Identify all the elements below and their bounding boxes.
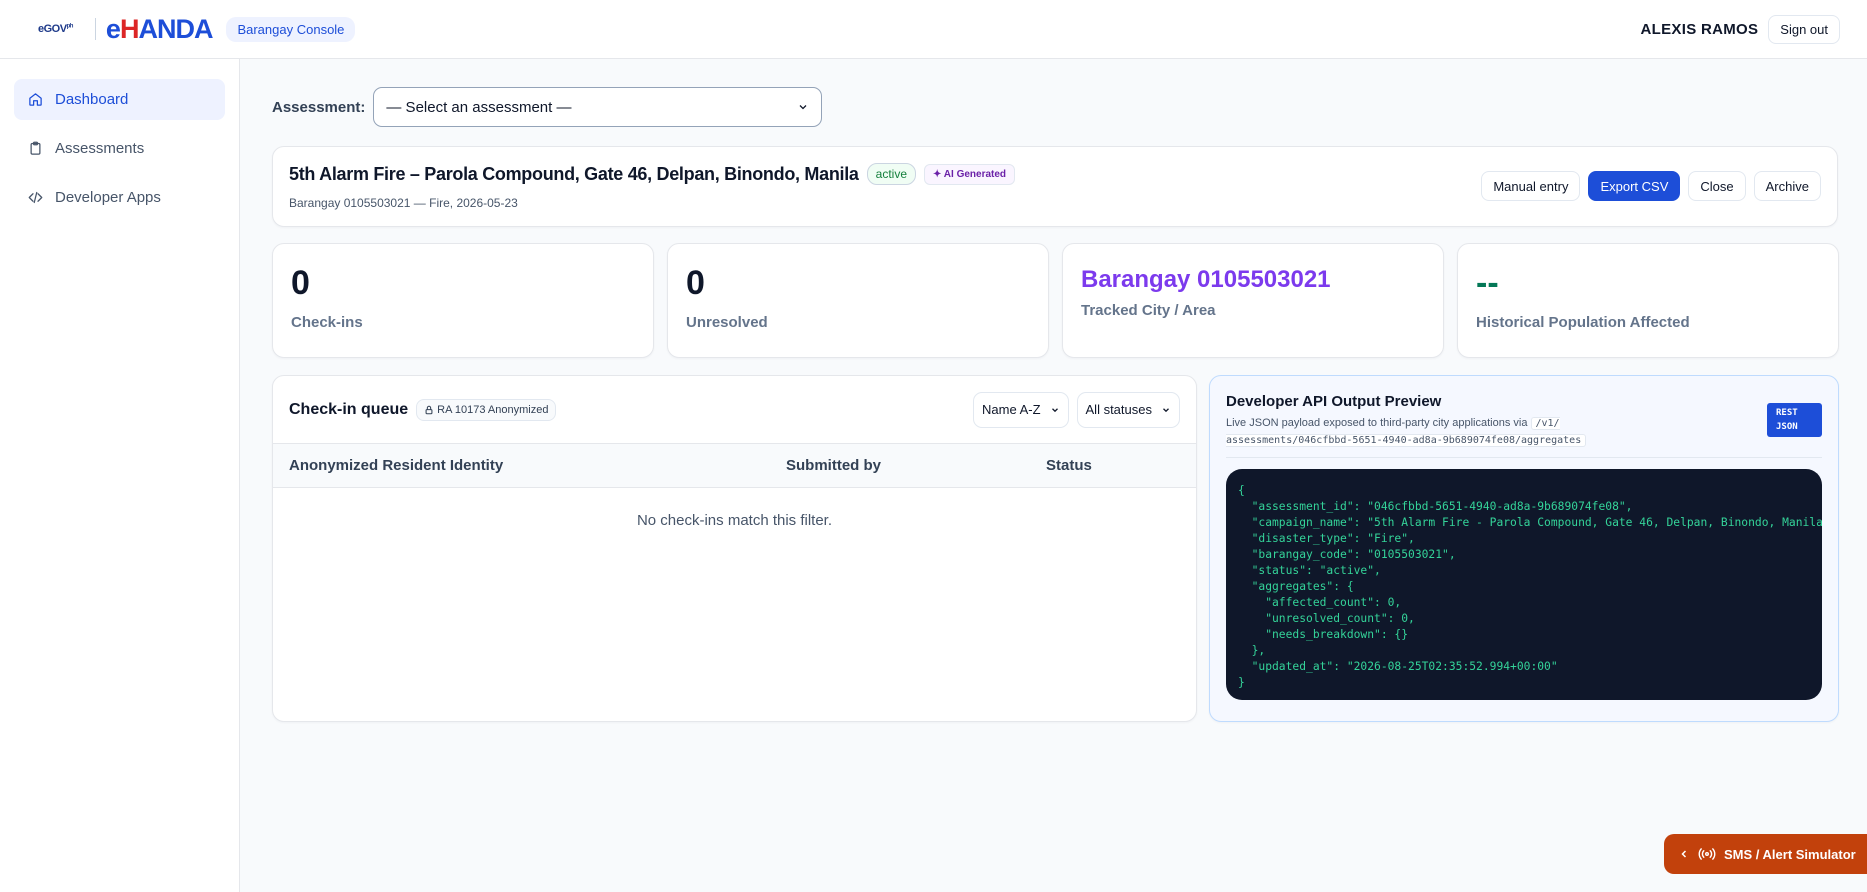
api-description-text: Live JSON payload exposed to third-party… [1226,417,1528,429]
stat-population: -- Historical Population Affected [1457,243,1839,358]
checkins-label: Check-ins [291,314,363,331]
brand-prefix: e [105,13,121,44]
sms-simulator-label: SMS / Alert Simulator [1724,846,1856,862]
user-name: ALEXIS RAMOS [1640,20,1759,38]
sort-select[interactable]: Name A-Z [973,391,1069,428]
broadcast-icon [1698,848,1716,860]
code-icon [28,191,43,204]
tracked-area-label: Tracked City / Area [1081,302,1216,319]
status-filter-value: All statuses [1085,402,1152,417]
checkins-value: 0 [291,264,310,302]
population-value: -- [1476,264,1499,302]
sign-out-button[interactable]: Sign out [1768,14,1840,44]
assessment-label: Assessment: [272,98,366,116]
sidebar-item-assessments[interactable]: Assessments [14,128,225,169]
unresolved-label: Unresolved [686,314,768,331]
table-header: Anonymized Resident Identity Submitted b… [273,444,1196,488]
status-badge: active [866,163,916,185]
brand-rest: ANDA [138,13,213,44]
api-preview-description: Live JSON payload exposed to third-party… [1226,415,1626,449]
top-bar: eGOVph eHANDA Barangay Console ALEXIS RA… [0,0,1867,59]
sort-select-value: Name A-Z [982,402,1041,417]
divider [1226,457,1822,458]
egov-logo: eGOVph [38,23,73,35]
egov-logo-suffix: ph [66,23,74,30]
sidebar-item-label: Assessments [55,140,145,157]
brand-h: H [119,13,139,44]
column-header-submitted-by[interactable]: Submitted by [786,457,881,474]
population-label: Historical Population Affected [1476,314,1690,331]
sidebar-item-developer-apps[interactable]: Developer Apps [14,177,225,218]
assessment-picker: Assessment: — Select an assessment — [272,87,823,127]
api-preview-panel: Developer API Output Preview Live JSON p… [1209,375,1839,722]
campaign-card: 5th Alarm Fire – Parola Compound, Gate 4… [272,146,1838,227]
main-content: Assessment: — Select an assessment — 5th… [240,59,1867,892]
sidebar-item-label: Developer Apps [55,189,161,206]
chevron-down-icon [1163,407,1169,412]
column-header-identity[interactable]: Anonymized Resident Identity [289,457,503,474]
chevron-left-icon [1681,850,1687,858]
egov-logo-text: eGOV [38,23,67,35]
assessment-select[interactable]: — Select an assessment — [373,87,823,127]
campaign-actions: Manual entry Export CSV Close Archive [1481,171,1821,201]
tracked-area-value: Barangay 0105503021 [1081,266,1331,293]
manual-entry-button[interactable]: Manual entry [1481,171,1581,201]
sparkle-icon: ✦ [933,168,944,180]
rest-json-badge: REST JSON [1767,403,1822,437]
ai-generated-badge: ✦ AI Generated [924,163,1016,185]
checkin-queue: Check-in queue RA 10173 Anonymized Name … [272,375,1197,722]
campaign-title: 5th Alarm Fire – Parola Compound, Gate 4… [289,163,859,184]
console-badge: Barangay Console [226,16,356,42]
stat-checkins: 0 Check-ins [272,243,654,358]
status-filter-select[interactable]: All statuses [1076,391,1180,428]
assessment-select-value: — Select an assessment — [386,98,572,116]
sidebar-item-label: Dashboard [55,91,129,108]
sms-simulator-toggle[interactable]: SMS / Alert Simulator [1664,834,1867,874]
home-icon [29,93,42,106]
empty-state-message: No check-ins match this filter. [636,512,833,529]
unresolved-value: 0 [686,264,705,302]
ehanda-logo: eHANDA [105,13,214,45]
sidebar: Dashboard Assessments Developer Apps [0,59,240,892]
close-campaign-button[interactable]: Close [1688,171,1746,201]
rest-label: REST [1776,408,1798,418]
clipboard-icon [30,141,41,155]
chevron-down-icon [1051,407,1058,412]
chevron-down-icon [799,105,807,110]
logo-divider [94,18,96,40]
stat-tracked-area: Barangay 0105503021 Tracked City / Area [1062,243,1444,358]
stat-unresolved: 0 Unresolved [667,243,1049,358]
column-header-status[interactable]: Status [1046,457,1092,474]
lock-icon [425,405,433,414]
api-preview-title: Developer API Output Preview [1226,393,1442,410]
json-label: JSON [1776,422,1798,432]
queue-title: Check-in queue [289,400,409,418]
json-code-block: { "assessment_id": "046cfbbd-5651-4940-a… [1226,469,1822,700]
sidebar-item-dashboard[interactable]: Dashboard [14,79,225,120]
privacy-badge: RA 10173 Anonymized [416,398,557,421]
export-csv-button[interactable]: Export CSV [1588,171,1681,201]
privacy-badge-label: RA 10173 Anonymized [437,403,549,416]
ai-generated-label: AI Generated [943,168,1007,180]
archive-button[interactable]: Archive [1753,171,1821,201]
